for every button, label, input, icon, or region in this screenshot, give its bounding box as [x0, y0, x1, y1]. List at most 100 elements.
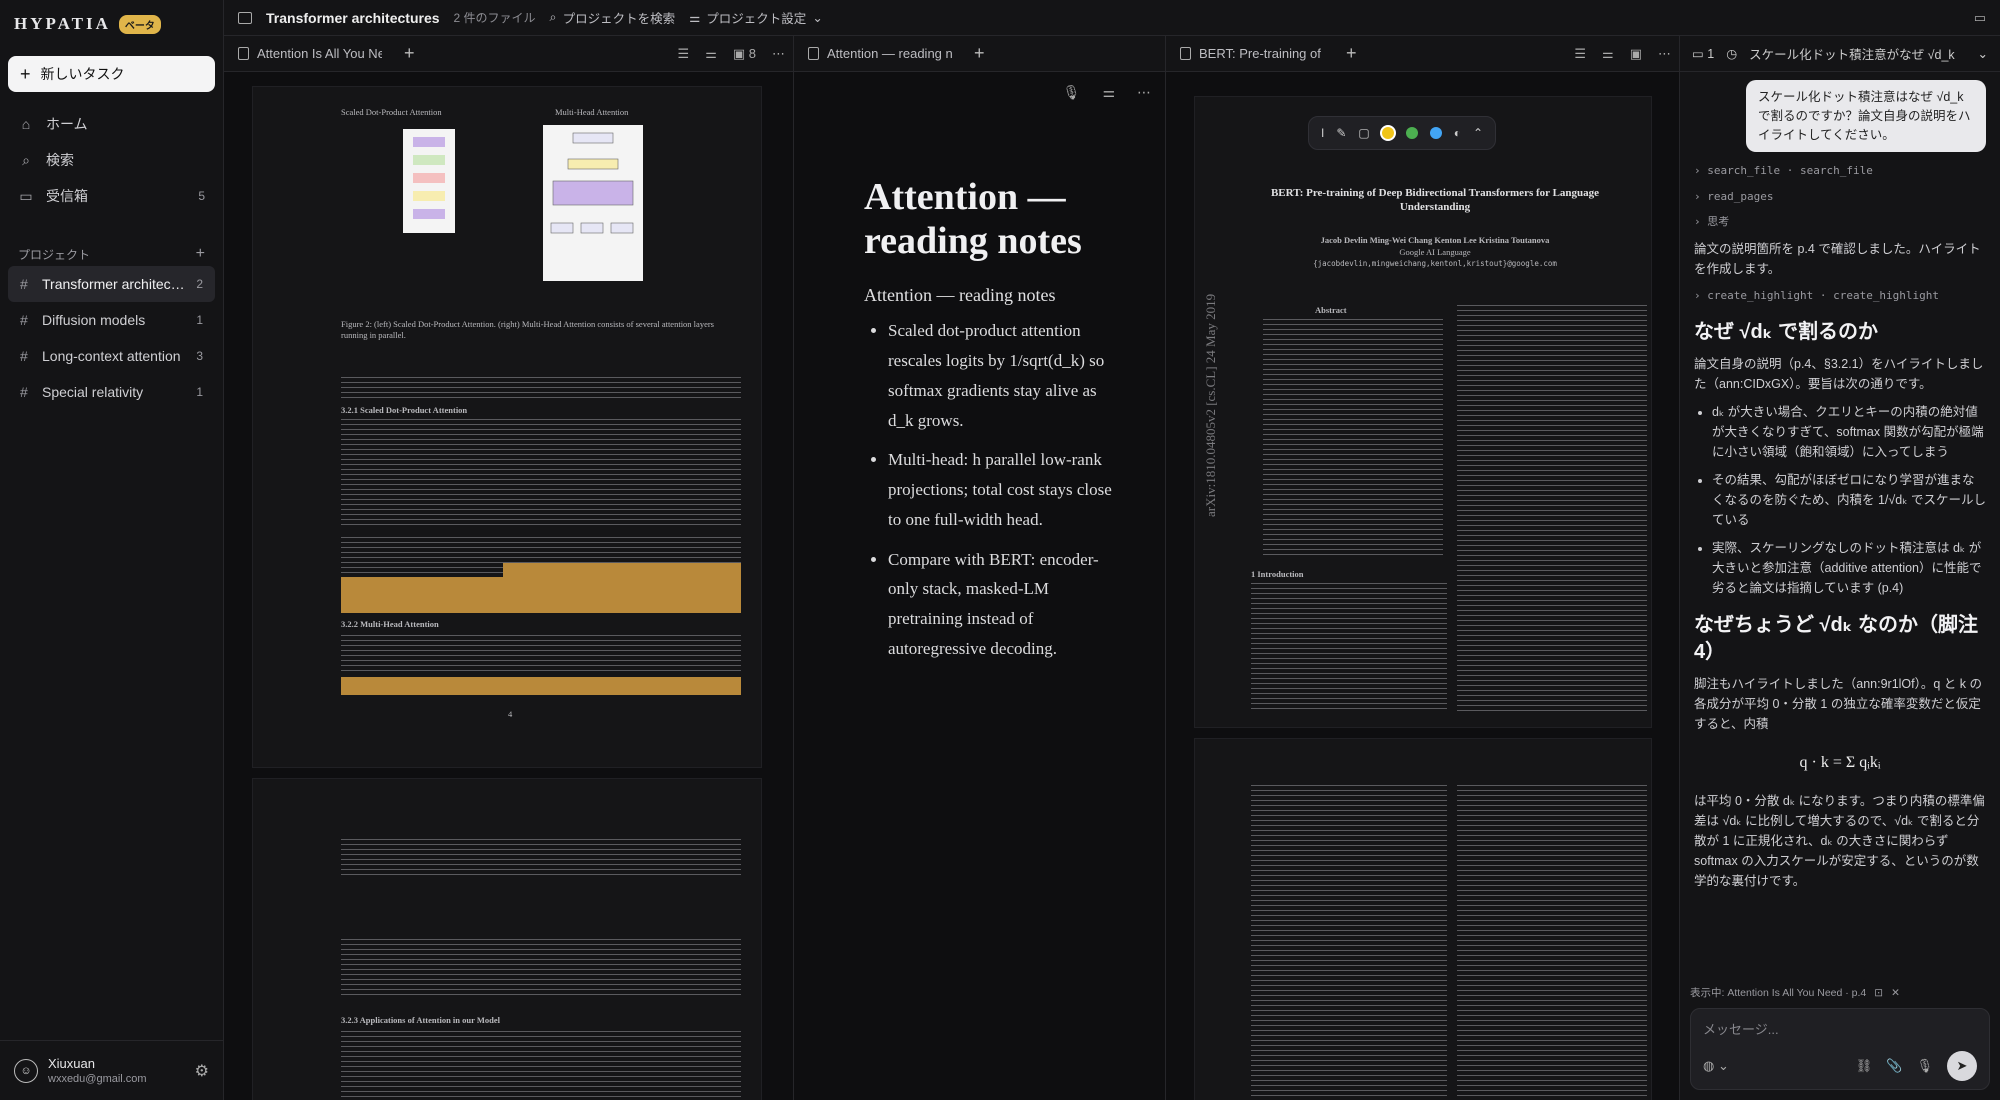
project-settings-button[interactable]: ⚌ プロジェクト設定 ⌄: [689, 8, 823, 27]
project-item-long-context[interactable]: # Long-context attention 3: [8, 338, 215, 374]
sliders-icon[interactable]: ⚌: [705, 46, 717, 62]
add-tab-button[interactable]: +: [1346, 43, 1357, 64]
tool-call[interactable]: › search_file · search_file: [1694, 162, 1986, 180]
palette-icon[interactable]: ◐: [1454, 126, 1461, 140]
answer-list: dₖ が大きい場合、クエリとキーの内積の絶対値が大きくなりすぎて、softmax…: [1694, 402, 1986, 598]
color-yellow[interactable]: [1381, 127, 1394, 139]
bert-emails: {jacobdevlin,mingweichang,kentonl,kristo…: [1313, 259, 1557, 268]
color-green[interactable]: [1405, 127, 1418, 139]
sliders-icon[interactable]: ⚌: [1102, 84, 1115, 101]
new-task-button[interactable]: + 新しいタスク: [8, 56, 215, 92]
tab-notes[interactable]: Attention — reading notes: [802, 46, 952, 61]
pdf-page-5: 3.2.3 Applications of Attention in our M…: [252, 778, 762, 1100]
annotation-toolbar: I ✎ ▢ ◐ ⌃: [1308, 116, 1497, 150]
link-icon[interactable]: ⛓: [1856, 1058, 1873, 1074]
project-count: 3: [196, 349, 203, 363]
more-icon[interactable]: ⋯: [1137, 84, 1151, 101]
project-name: Transformer architectures: [42, 276, 187, 292]
tab-bert-pdf[interactable]: BERT: Pre-training of Deep Bidirectional…: [1174, 46, 1324, 61]
chevron-down-icon[interactable]: ⌄: [1978, 46, 1988, 61]
outline-icon[interactable]: ☰: [678, 46, 690, 62]
project-name: Diffusion models: [42, 312, 146, 328]
hash-icon: #: [20, 348, 28, 364]
user-email: wxxedu@gmail.com: [48, 1073, 147, 1085]
hash-icon: #: [20, 312, 28, 328]
thread-title[interactable]: スケール化ドット積注意がなぜ √d_k: [1749, 44, 1965, 63]
project-count: 1: [196, 385, 203, 399]
section-323: 3.2.3 Applications of Attention in our M…: [341, 1015, 500, 1025]
add-tab-button[interactable]: +: [404, 43, 415, 64]
nav-item-home[interactable]: ⌂ ホーム: [0, 106, 223, 142]
user-profile[interactable]: ☺ Xiuxuan wxxedu@gmail.com ⚙: [0, 1040, 223, 1100]
chat-messages: スケール化ドット積注意はなぜ √d_k で割るのですか？論文自身の説明をハイライ…: [1680, 72, 2000, 992]
sliders-icon[interactable]: ⚌: [1602, 46, 1614, 62]
more-icon[interactable]: ⋯: [1658, 46, 1671, 62]
thinking-toggle[interactable]: › 思考: [1694, 213, 1986, 231]
notes-title: Attention — reading notes: [864, 176, 1082, 262]
microphone-icon[interactable]: 🎙: [1063, 84, 1081, 101]
add-project-icon[interactable]: +: [196, 245, 205, 263]
color-blue[interactable]: [1429, 127, 1442, 139]
tab-attention-pdf[interactable]: Attention Is All You Need: [232, 46, 382, 61]
nav-item-inbox[interactable]: ▭ 受信箱 5: [0, 178, 223, 214]
more-icon[interactable]: ⋯: [772, 46, 785, 62]
section-322: 3.2.2 Multi-Head Attention: [341, 619, 439, 629]
user-message: スケール化ドット積注意はなぜ √d_k で割るのですか？論文自身の説明をハイライ…: [1746, 80, 1986, 153]
message-input[interactable]: メッセージ...: [1703, 1019, 1977, 1038]
list-item: その結果、勾配がほぼゼロになり学習が進まなくなるのを防ぐため、内積を 1/√dₖ…: [1712, 470, 1986, 530]
nav-label: 検索: [46, 152, 74, 168]
chat-panel: ▭ 1 ◷ スケール化ドット積注意がなぜ √d_k ⌄ スケール化ドット積注意は…: [1680, 36, 2000, 1100]
home-icon: ⌂: [21, 116, 31, 132]
chevron-down-icon: ⌄: [812, 11, 823, 25]
tab-label: BERT: Pre-training of Deep Bidirectional…: [1199, 46, 1324, 61]
tool-call[interactable]: › create_highlight · create_highlight: [1694, 287, 1986, 305]
pages-icon[interactable]: ▣: [1630, 46, 1642, 62]
search-icon: ⌕: [22, 151, 30, 168]
figure-caption: Figure 2: (left) Scaled Dot-Product Atte…: [341, 319, 714, 340]
project-item-diffusion[interactable]: # Diffusion models 1: [8, 302, 215, 338]
project-item-relativity[interactable]: # Special relativity 1: [8, 374, 215, 410]
answer-heading-2: なぜちょうど √dₖ なのか（脚注4）: [1694, 613, 1979, 663]
box-select-icon[interactable]: ▢: [1358, 126, 1369, 140]
arxiv-stamp: arXiv:1810.04805v2 [cs.CL] 24 May 2019: [1203, 293, 1218, 517]
nav-item-search[interactable]: ⌕ 検索: [0, 142, 223, 178]
highlight-footnote[interactable]: [341, 677, 741, 695]
message-composer[interactable]: メッセージ... ◍ ⌄ ⛓ 📎 🎙 ➤: [1690, 1008, 1990, 1090]
add-tab-button[interactable]: +: [974, 43, 985, 64]
pin-icon[interactable]: ⊡: [1874, 987, 1883, 999]
highlight-scaling[interactable]: [503, 563, 741, 577]
microphone-icon[interactable]: 🎙: [1916, 1058, 1933, 1074]
pane-attention-pdf: Attention Is All You Need + ☰ ⚌ ▣ 8 ⋯ I …: [224, 36, 794, 1100]
outline-icon[interactable]: ☰: [1574, 46, 1586, 62]
sidebar-toggle-icon[interactable]: [238, 11, 252, 24]
bert-page-1: BERT: Pre-training of Deep Bidirectional…: [1194, 96, 1652, 728]
context-chip[interactable]: 表示中: Attention Is All You Need · p.4 ⊡ ✕: [1690, 985, 1900, 1000]
highlight-explanation[interactable]: [341, 577, 741, 613]
body-text: [1457, 785, 1647, 1100]
tool-call[interactable]: › read_pages: [1694, 188, 1986, 206]
model-select-icon[interactable]: ◍ ⌄: [1703, 1058, 1729, 1074]
attach-icon[interactable]: 📎: [1886, 1058, 1902, 1074]
chat-toggle-icon[interactable]: ▭: [1974, 10, 1986, 26]
gear-icon[interactable]: ⚙: [195, 1061, 209, 1081]
close-icon[interactable]: ✕: [1891, 987, 1900, 999]
nav-label: ホーム: [46, 116, 88, 132]
tool-label: create_highlight · create_highlight: [1707, 289, 1940, 303]
user-name: Xiuxuan: [48, 1056, 95, 1071]
pane-tools: ☰ ⚌ ▣ ⋯: [1574, 46, 1671, 62]
chat-icon[interactable]: ▭ 1: [1692, 46, 1714, 61]
tab-label: Attention Is All You Need: [257, 46, 382, 61]
project-item-transformer[interactable]: # Transformer architectures 2: [8, 266, 215, 302]
history-icon[interactable]: ◷: [1726, 46, 1737, 61]
pages-icon[interactable]: ▣ 8: [733, 46, 756, 62]
project-search-button[interactable]: ⌕ プロジェクトを検索: [550, 8, 676, 27]
pen-icon[interactable]: ✎: [1336, 126, 1346, 140]
projects-label: プロジェクト: [18, 247, 91, 262]
chevron-up-icon[interactable]: ⌃: [1473, 126, 1483, 140]
right-column-text: [1457, 305, 1647, 713]
avatar: ☺: [14, 1058, 38, 1083]
notes-content[interactable]: Attention — reading notes Attention — re…: [864, 176, 1124, 674]
send-button[interactable]: ➤: [1947, 1051, 1977, 1081]
multihead-attention-figure: [543, 125, 643, 281]
text-cursor-icon[interactable]: I: [1321, 126, 1324, 140]
